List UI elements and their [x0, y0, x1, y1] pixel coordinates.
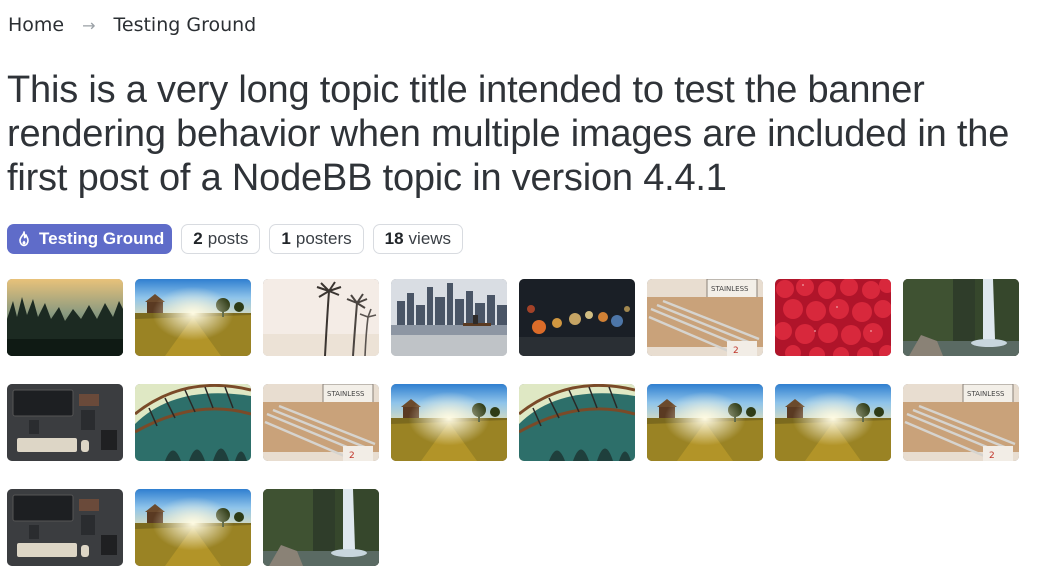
- svg-text:STAINLESS: STAINLESS: [711, 285, 749, 293]
- post-image-9[interactable]: [7, 384, 123, 461]
- post-image-19[interactable]: [263, 489, 379, 566]
- post-image-18[interactable]: [135, 489, 251, 566]
- breadcrumb-home-link[interactable]: Home: [8, 14, 64, 36]
- svg-text:2: 2: [989, 451, 995, 461]
- post-image-17[interactable]: [7, 489, 123, 566]
- post-image-1[interactable]: [7, 279, 123, 356]
- image-gallery: STAINLESS 2 STAINLESS 2 STAINLESS 2: [7, 279, 1019, 566]
- sunny-field-image: [775, 384, 891, 461]
- nails-display-image: STAINLESS 2: [903, 384, 1019, 461]
- svg-text:STAINLESS: STAINLESS: [327, 390, 365, 398]
- post-image-5[interactable]: [519, 279, 635, 356]
- post-image-15[interactable]: [775, 384, 891, 461]
- desk-topdown-image: [7, 384, 123, 461]
- sunny-field-image: [135, 489, 251, 566]
- waterfall-image: [903, 279, 1019, 356]
- sunny-field-image: [647, 384, 763, 461]
- post-image-12[interactable]: [391, 384, 507, 461]
- topic-stats: Testing Ground 2 posts 1 posters 18 view…: [7, 224, 464, 254]
- post-image-8[interactable]: [903, 279, 1019, 356]
- posters-count-badge: 1 posters: [269, 224, 364, 254]
- post-image-4[interactable]: [391, 279, 507, 356]
- city-skyline-image: [391, 279, 507, 356]
- topic-title: This is a very long topic title intended…: [7, 69, 1010, 199]
- breadcrumb-separator-icon: →: [82, 15, 96, 35]
- breadcrumb: Home → Testing Ground: [8, 14, 256, 36]
- waterfall-image: [263, 489, 379, 566]
- desk-topdown-image: [7, 489, 123, 566]
- sunny-field-image: [135, 279, 251, 356]
- post-image-16[interactable]: STAINLESS 2: [903, 384, 1019, 461]
- category-label: Testing Ground: [39, 229, 165, 248]
- posters-label: posters: [295, 229, 352, 248]
- views-count: 18: [384, 229, 404, 248]
- post-image-3[interactable]: [263, 279, 379, 356]
- strawberries-image: [775, 279, 891, 356]
- post-image-6[interactable]: STAINLESS 2: [647, 279, 763, 356]
- posts-count: 2: [193, 229, 203, 248]
- bokeh-lights-image: [519, 279, 635, 356]
- views-label: views: [408, 229, 452, 248]
- svg-text:STAINLESS: STAINLESS: [967, 390, 1005, 398]
- forest-sunrise-image: [7, 279, 123, 356]
- post-image-7[interactable]: [775, 279, 891, 356]
- svg-text:2: 2: [349, 451, 355, 461]
- nails-display-image: STAINLESS 2: [263, 384, 379, 461]
- sunny-field-image: [391, 384, 507, 461]
- post-image-2[interactable]: [135, 279, 251, 356]
- posters-count: 1: [281, 229, 291, 248]
- posts-label: posts: [207, 229, 249, 248]
- bridge-arches-image: [135, 384, 251, 461]
- svg-text:2: 2: [733, 346, 739, 356]
- breadcrumb-current-link[interactable]: Testing Ground: [114, 14, 257, 36]
- nails-display-image: STAINLESS 2: [647, 279, 763, 356]
- palm-trees-image: [263, 279, 379, 356]
- post-image-14[interactable]: [647, 384, 763, 461]
- post-image-10[interactable]: [135, 384, 251, 461]
- views-count-badge: 18 views: [372, 224, 464, 254]
- post-image-11[interactable]: STAINLESS 2: [263, 384, 379, 461]
- post-image-13[interactable]: [519, 384, 635, 461]
- fire-icon: [16, 231, 32, 247]
- category-badge[interactable]: Testing Ground: [7, 224, 173, 254]
- bridge-arches-image: [519, 384, 635, 461]
- posts-count-badge: 2 posts: [181, 224, 261, 254]
